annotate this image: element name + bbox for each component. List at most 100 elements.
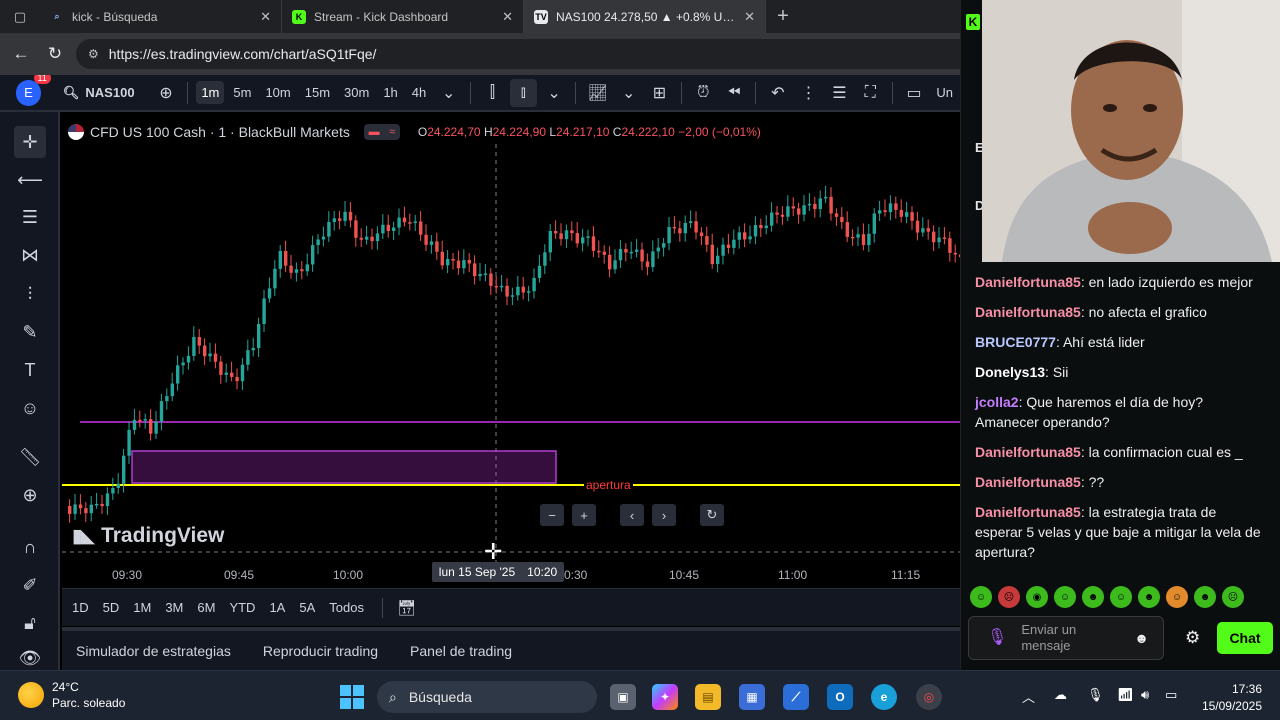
range-5a[interactable]: 5A bbox=[299, 600, 315, 615]
brush-tool-icon[interactable]: ✎ bbox=[14, 316, 46, 348]
fib-tool-icon[interactable]: ☰ bbox=[14, 201, 46, 233]
task-view-icon[interactable]: ▣ bbox=[610, 684, 636, 710]
range-5d[interactable]: 5D bbox=[103, 600, 120, 615]
symbol-search[interactable]: 🔍︎ NAS100 bbox=[63, 85, 135, 101]
tab-bar-replay[interactable]: Reproducir trading bbox=[263, 643, 378, 659]
url-field[interactable]: ⚙ https://es.tradingview.com/chart/aSQ1t… bbox=[76, 39, 980, 69]
candles-chart-type-icon[interactable]: ⫾ bbox=[509, 78, 537, 107]
legend-toggle-pill[interactable]: ▬ ≈ bbox=[363, 124, 400, 140]
emote-icon[interactable]: ☺ bbox=[1110, 586, 1132, 608]
tab-strategy-tester[interactable]: Simulador de estrategias bbox=[76, 643, 231, 659]
range-ytd[interactable]: YTD bbox=[229, 600, 255, 615]
interval-30m[interactable]: 30m bbox=[339, 81, 374, 104]
fullscreen-icon[interactable]: ⛶ bbox=[857, 79, 884, 107]
chat-username[interactable]: jcolla2 bbox=[975, 394, 1019, 410]
file-explorer-icon[interactable]: ▤ bbox=[695, 684, 721, 710]
chat-username[interactable]: Danielfortuna85 bbox=[975, 504, 1081, 520]
chat-message-input[interactable]: 🎙︎ Enviar un mensaje ☻ bbox=[968, 616, 1164, 660]
weather-widget[interactable]: 24°C Parc. soleado bbox=[18, 679, 125, 711]
emote-icon[interactable]: ☹ bbox=[1222, 586, 1244, 608]
chat-username[interactable]: Danielfortuna85 bbox=[975, 474, 1081, 490]
interval-15m[interactable]: 15m bbox=[300, 81, 335, 104]
goto-date-calendar-icon[interactable]: 📅︎ bbox=[397, 599, 416, 617]
close-tab-icon[interactable]: ✕ bbox=[744, 9, 755, 25]
back-arrow-icon[interactable]: ← bbox=[8, 41, 34, 67]
recording-app-icon[interactable]: ◎ bbox=[916, 684, 942, 710]
bar-chart-type-icon[interactable]: ⫿ bbox=[479, 79, 506, 107]
templates-grid-icon[interactable]: ⊞ bbox=[646, 79, 673, 107]
lock-icon[interactable]: 🔓︎ bbox=[14, 607, 46, 639]
chat-username[interactable]: BRUCE0777 bbox=[975, 334, 1056, 350]
edge-browser-icon[interactable]: e bbox=[871, 684, 897, 710]
instrument-title[interactable]: CFD US 100 Cash · 1 · BlackBull Markets bbox=[90, 124, 350, 140]
scroll-left-button[interactable]: ‹ bbox=[620, 504, 644, 526]
emote-icon[interactable]: ☺ bbox=[1166, 586, 1188, 608]
replay-icon[interactable]: ⏪︎ bbox=[721, 79, 748, 107]
tab-actions-icon[interactable]: ▢ bbox=[0, 0, 40, 33]
toolbar-overflow-label[interactable]: Un bbox=[931, 81, 958, 104]
microphone-icon[interactable]: 🎙︎ bbox=[1087, 687, 1104, 703]
zoom-out-button[interactable]: − bbox=[540, 504, 564, 526]
emoji-tool-icon[interactable]: ☺ bbox=[14, 392, 46, 424]
chat-username[interactable]: Donelys13 bbox=[975, 364, 1045, 380]
site-info-icon[interactable]: ⚙ bbox=[88, 47, 99, 61]
range-1m[interactable]: 1M bbox=[133, 600, 151, 615]
close-tab-icon[interactable]: ✕ bbox=[260, 9, 271, 25]
taskbar-clock[interactable]: 17:36 15/09/2025 bbox=[1196, 681, 1262, 715]
interval-4h[interactable]: 4h bbox=[407, 81, 431, 104]
chevron-down-icon[interactable]: ⌄ bbox=[615, 79, 642, 107]
browser-tab-tradingview[interactable]: TV NAS100 24.278,50 ▲ +0.8% Unnam ✕ bbox=[524, 0, 766, 33]
range-1a[interactable]: 1A bbox=[269, 600, 285, 615]
emote-icon[interactable]: ☹ bbox=[998, 586, 1020, 608]
drag-handle-icon[interactable]: ⋮ bbox=[795, 79, 822, 107]
undo-icon[interactable]: ↶ bbox=[764, 79, 791, 107]
range-3m[interactable]: 3M bbox=[165, 600, 183, 615]
pattern-tool-icon[interactable]: ⋈ bbox=[14, 239, 46, 271]
microphone-icon[interactable]: 🎙︎ bbox=[987, 630, 1007, 646]
taskbar-search[interactable]: ⌕ Búsqueda bbox=[377, 681, 597, 713]
gear-icon[interactable]: ⚙ bbox=[1185, 628, 1200, 648]
range-1d[interactable]: 1D bbox=[72, 600, 89, 615]
avatar[interactable]: E 11 bbox=[16, 75, 51, 106]
interval-1h[interactable]: 1h bbox=[378, 81, 402, 104]
emote-icon[interactable]: ☻ bbox=[1138, 586, 1160, 608]
tab-trading-panel[interactable]: Panel de trading bbox=[410, 643, 512, 659]
reset-chart-button[interactable]: ↻ bbox=[700, 504, 724, 526]
new-tab-plus-icon[interactable]: + bbox=[766, 5, 800, 28]
crosshair-tool-icon[interactable]: ✛ bbox=[14, 126, 46, 158]
emoji-picker-icon[interactable]: ☻ bbox=[1134, 630, 1149, 646]
interval-1m[interactable]: 1m bbox=[196, 81, 225, 104]
chevron-up-icon[interactable]: ︿ bbox=[1022, 687, 1035, 706]
chat-username[interactable]: Danielfortuna85 bbox=[975, 444, 1081, 460]
emote-icon[interactable]: ☻ bbox=[1194, 586, 1216, 608]
interval-10m[interactable]: 10m bbox=[260, 81, 295, 104]
close-tab-icon[interactable]: ✕ bbox=[502, 9, 513, 25]
microsoft-store-icon[interactable]: ▦ bbox=[739, 684, 765, 710]
layout-rect-icon[interactable]: ▭ bbox=[901, 79, 928, 107]
lock-drawings-pencil-icon[interactable]: ✐ bbox=[14, 569, 46, 601]
emote-icon[interactable]: ☺ bbox=[1054, 586, 1076, 608]
outlook-icon[interactable]: O bbox=[827, 684, 853, 710]
copilot-icon[interactable]: ✦ bbox=[652, 684, 678, 710]
emote-icon[interactable]: ◉ bbox=[1026, 586, 1048, 608]
zoom-in-icon[interactable]: ⊕ bbox=[14, 479, 46, 511]
text-tool-icon[interactable]: T bbox=[14, 354, 46, 386]
battery-icon[interactable]: ▭ bbox=[1165, 687, 1177, 703]
indicators-icon[interactable]: 📈︎ bbox=[584, 79, 611, 107]
range-6m[interactable]: 6M bbox=[197, 600, 215, 615]
compare-add-symbol-icon[interactable]: ⊕ bbox=[153, 79, 180, 107]
magnet-icon[interactable]: ∩ bbox=[14, 531, 46, 563]
emote-icon[interactable]: ☺ bbox=[970, 586, 992, 608]
emote-icon[interactable]: ☻ bbox=[1082, 586, 1104, 608]
price-chart[interactable]: CFD US 100 Cash · 1 · BlackBull Markets … bbox=[62, 114, 960, 588]
windows-start-icon[interactable] bbox=[340, 685, 364, 709]
zoom-in-button[interactable]: + bbox=[572, 504, 596, 526]
alert-icon[interactable]: ⏰︎ bbox=[690, 79, 717, 107]
scroll-right-button[interactable]: › bbox=[652, 504, 676, 526]
volume-icon[interactable]: 🔊︎ bbox=[1141, 687, 1149, 703]
trend-line-tool-icon[interactable]: ⟵ bbox=[14, 164, 46, 196]
trading-app-icon[interactable]: ⟋ bbox=[783, 684, 809, 710]
chat-username[interactable]: Danielfortuna85 bbox=[975, 274, 1081, 290]
interval-5m[interactable]: 5m bbox=[228, 81, 256, 104]
layout-lines-icon[interactable]: ☰ bbox=[826, 79, 853, 107]
